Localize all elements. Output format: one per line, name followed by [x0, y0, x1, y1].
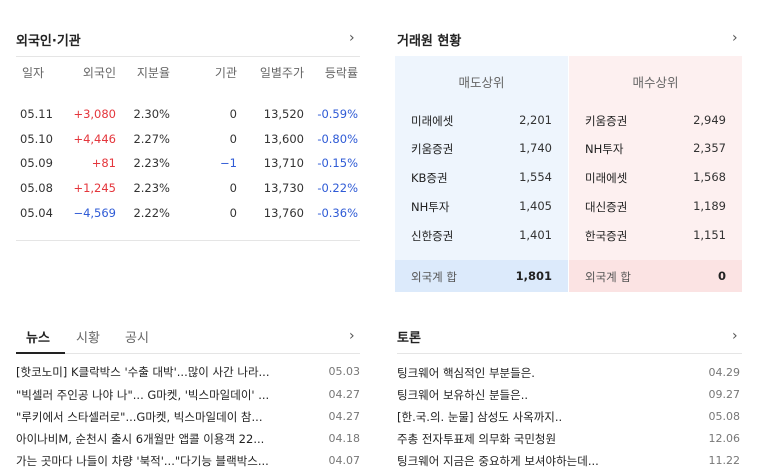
row-foreign: +1,245 [73, 181, 116, 195]
broker-value: 1,151 [693, 228, 726, 242]
row-price: 13,760 [263, 206, 304, 220]
row-share: 2.22% [133, 206, 170, 220]
col-date: 일자 [22, 66, 45, 80]
col-foreign: 외국인 [82, 66, 116, 80]
news-item-date: 04.27 [328, 388, 361, 401]
row-inst: 0 [229, 206, 237, 220]
news-item-date: 04.07 [328, 454, 361, 467]
chevron-right-icon[interactable]: › [349, 31, 355, 45]
col-inst: 기관 [214, 66, 237, 80]
row-inst: 0 [229, 181, 237, 195]
col-share: 지분율 [136, 66, 170, 80]
forum-title: 토론 [397, 331, 421, 346]
tab-market[interactable]: 시황 [76, 327, 100, 346]
news-item-title[interactable]: "빅셀러 주인공 나야 나"... G마켓, '빅스마일데이' ... [16, 387, 306, 403]
row-date: 05.04 [20, 206, 53, 220]
row-date: 05.11 [20, 107, 53, 121]
news-item-title[interactable]: [핫코노미] K클락박스 '수출 대박'...많이 사간 나라... [16, 364, 306, 380]
buy-foreign-total-value: 0 [717, 269, 726, 283]
sell-top-header: 매도상위 [458, 75, 505, 90]
broker-name: 키움증권 [585, 114, 628, 128]
forum-item-date: 09.27 [708, 388, 741, 401]
forum-item-date: 11.22 [708, 454, 741, 467]
row-change: -0.36% [317, 206, 358, 220]
forum-item-title[interactable]: 팅크웨어 지금은 중요하게 보셔야하는데... [397, 453, 687, 469]
row-inst: 0 [229, 107, 237, 121]
broker-value: 1,554 [519, 170, 552, 184]
row-foreign: +81 [91, 156, 116, 170]
broker-name: 키움증권 [411, 142, 454, 156]
row-change: -0.59% [317, 107, 358, 121]
chevron-right-icon[interactable]: › [349, 329, 355, 343]
forum-item-title[interactable]: 팅크웨어 핵심적인 부분들은. [397, 365, 687, 381]
forum-item-title[interactable]: 주총 전자투표제 의무화 국민청원 [397, 431, 687, 447]
broker-title: 거래원 현황 [397, 34, 462, 49]
broker-name: 미래에셋 [411, 114, 454, 128]
broker-value: 1,401 [519, 228, 552, 242]
broker-name: 한국증권 [585, 229, 628, 243]
row-price: 13,520 [263, 107, 304, 121]
investor-title: 외국인·기관 [16, 34, 81, 49]
broker-value: 1,568 [693, 170, 726, 184]
row-foreign: +3,080 [73, 107, 116, 121]
divider [397, 353, 742, 354]
row-foreign: +4,446 [73, 132, 116, 146]
sell-foreign-total-value: 1,801 [515, 269, 552, 283]
row-date: 05.10 [20, 132, 53, 146]
chevron-right-icon[interactable]: › [732, 31, 738, 45]
row-share: 2.23% [133, 181, 170, 195]
row-change: -0.15% [317, 156, 358, 170]
tab-disclosure[interactable]: 공시 [125, 327, 149, 346]
news-item-date: 04.18 [328, 432, 361, 445]
row-inst: −1 [220, 156, 237, 170]
forum-item-date: 05.08 [708, 410, 741, 423]
broker-name: NH투자 [585, 142, 624, 156]
chevron-right-icon[interactable]: › [732, 329, 738, 343]
row-price: 13,600 [263, 132, 304, 146]
row-price: 13,710 [263, 156, 304, 170]
row-change: -0.22% [317, 181, 358, 195]
row-share: 2.27% [133, 132, 170, 146]
forum-item-title[interactable]: 팅크웨어 보유하신 분들은.. [397, 387, 687, 403]
broker-value: 2,201 [519, 113, 552, 127]
broker-name: KB증권 [411, 171, 448, 185]
row-change: -0.80% [317, 132, 358, 146]
tab-active-indicator [16, 352, 65, 354]
broker-value: 2,949 [693, 113, 726, 127]
row-share: 2.23% [133, 156, 170, 170]
forum-item-title[interactable]: [한.국.의. 눈물] 삼성도 사옥까지.. [397, 409, 687, 425]
row-date: 05.09 [20, 156, 53, 170]
broker-name: 신한증권 [411, 229, 454, 243]
broker-value: 2,357 [693, 141, 726, 155]
broker-value: 1,189 [693, 199, 726, 213]
tab-news[interactable]: 뉴스 [26, 327, 50, 346]
buy-top-header: 매수상위 [632, 75, 679, 90]
broker-value: 1,740 [519, 141, 552, 155]
row-share: 2.30% [133, 107, 170, 121]
news-item-date: 05.03 [328, 365, 361, 378]
forum-item-date: 12.06 [708, 432, 741, 445]
col-change: 등락률 [324, 66, 358, 80]
broker-name: 미래에셋 [585, 171, 628, 185]
sell-foreign-total-label: 외국계 합 [411, 270, 457, 284]
broker-name: 대신증권 [585, 200, 628, 214]
row-price: 13,730 [263, 181, 304, 195]
col-price: 일별주가 [259, 66, 304, 80]
divider [16, 240, 360, 241]
row-inst: 0 [229, 132, 237, 146]
news-item-date: 04.27 [328, 410, 361, 423]
row-date: 05.08 [20, 181, 53, 195]
broker-value: 1,405 [519, 199, 552, 213]
divider [16, 56, 360, 57]
divider [16, 353, 360, 354]
news-item-title[interactable]: "루키에서 스타셀러로"...G마켓, 빅스마일데이 참... [16, 409, 306, 425]
news-item-title[interactable]: 가는 곳마다 나들이 차량 '북적'..."다기능 블랙박스... [16, 453, 306, 469]
broker-name: NH투자 [411, 200, 450, 214]
buy-foreign-total-label: 외국계 합 [585, 270, 631, 284]
forum-item-date: 04.29 [708, 366, 741, 379]
news-item-title[interactable]: 아이나비M, 순천시 출시 6개월만 앱콜 이용객 22... [16, 431, 306, 447]
row-foreign: −4,569 [73, 206, 116, 220]
